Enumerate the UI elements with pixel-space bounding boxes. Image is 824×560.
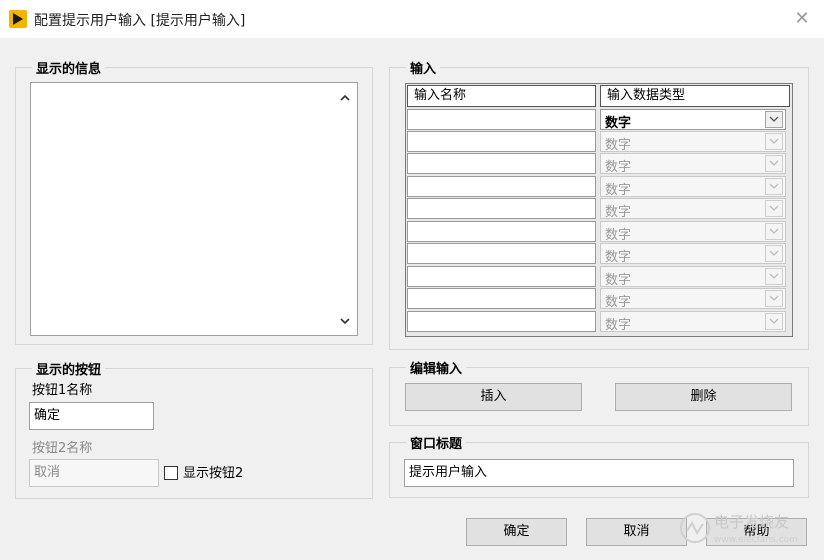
input-type-value: 数字 — [605, 273, 632, 288]
input-type-select[interactable]: 数字 — [600, 266, 786, 288]
input-name-cell[interactable] — [407, 221, 596, 242]
button2-name-field[interactable]: 取消 — [29, 459, 159, 487]
input-name-cell[interactable] — [407, 266, 596, 287]
input-type-value: 数字 — [605, 318, 632, 333]
scroll-up-icon[interactable] — [339, 92, 351, 104]
scroll-down-icon[interactable] — [339, 315, 351, 327]
input-name-cell[interactable] — [407, 311, 596, 332]
input-type-select[interactable]: 数字 — [600, 131, 786, 153]
input-type-select[interactable]: 数字 — [600, 243, 786, 265]
chevron-down-icon[interactable] — [765, 133, 783, 150]
input-name-cell[interactable] — [407, 176, 596, 197]
inputs-table: 输入名称 输入数据类型 数字 数字 数字 数字 数字 数字 数字 数字 数字 数… — [405, 83, 793, 337]
input-name-cell[interactable] — [407, 243, 596, 264]
buttons-group-title: 显示的按钮 — [32, 359, 106, 378]
labview-app-icon — [9, 10, 27, 28]
input-type-value: 数字 — [605, 138, 632, 153]
title-bar: 配置提示用户输入 [提示用户输入] ✕ — [0, 0, 824, 38]
watermark: 电子发烧友 www.elecfans.com — [676, 505, 816, 555]
watermark-url: www.elecfans.com — [714, 535, 798, 545]
window-title: 配置提示用户输入 [提示用户输入] — [34, 13, 246, 29]
ok-button[interactable]: 确定 — [466, 518, 567, 546]
input-name-cell[interactable] — [407, 131, 596, 152]
input-type-value: 数字 — [605, 295, 632, 310]
delete-button[interactable]: 删除 — [615, 383, 792, 411]
input-type-value: 数字 — [605, 160, 632, 175]
inputs-group-title: 输入 — [406, 58, 441, 77]
chevron-down-icon[interactable] — [765, 223, 783, 240]
input-name-cell[interactable] — [407, 153, 596, 174]
watermark-text: 电子发烧友 — [714, 513, 790, 531]
chevron-down-icon[interactable] — [765, 178, 783, 195]
input-type-select[interactable]: 数字 — [600, 198, 786, 220]
button1-name-field[interactable]: 确定 — [29, 402, 154, 430]
insert-button[interactable]: 插入 — [405, 383, 582, 411]
input-type-value: 数字 — [605, 205, 632, 220]
button1-name-label: 按钮1名称 — [32, 383, 93, 398]
input-type-select[interactable]: 数字 — [600, 176, 786, 198]
input-type-select[interactable]: 数字 — [600, 311, 786, 333]
message-group-title: 显示的信息 — [32, 58, 106, 77]
input-type-value: 数字 — [605, 228, 632, 243]
chevron-down-icon[interactable] — [765, 111, 783, 128]
window-title-group-title: 窗口标题 — [406, 433, 467, 452]
button2-name-label: 按钮2名称 — [32, 441, 93, 456]
column-header-input-type[interactable]: 输入数据类型 — [600, 85, 790, 107]
chevron-down-icon[interactable] — [765, 245, 783, 262]
input-name-cell[interactable] — [407, 198, 596, 219]
input-type-value: 数字 — [605, 250, 632, 265]
input-name-cell[interactable] — [407, 288, 596, 309]
input-type-select[interactable]: 数字 — [600, 221, 786, 243]
input-type-value: 数字 — [605, 116, 632, 131]
watermark-logo-icon — [680, 513, 710, 543]
show-button2-checkbox[interactable] — [164, 466, 178, 480]
input-type-select[interactable]: 数字 — [600, 288, 786, 310]
input-type-value: 数字 — [605, 183, 632, 198]
window-title-field[interactable]: 提示用户输入 — [404, 459, 794, 487]
show-button2-label: 显示按钮2 — [183, 466, 244, 481]
column-header-input-name[interactable]: 输入名称 — [407, 85, 596, 107]
chevron-down-icon[interactable] — [765, 155, 783, 172]
edit-inputs-group-title: 编辑输入 — [406, 358, 467, 377]
message-textarea[interactable] — [30, 82, 358, 336]
chevron-down-icon[interactable] — [765, 200, 783, 217]
chevron-down-icon[interactable] — [765, 313, 783, 330]
input-type-select[interactable]: 数字 — [600, 153, 786, 175]
close-icon[interactable]: ✕ — [792, 9, 812, 29]
chevron-down-icon[interactable] — [765, 290, 783, 307]
cancel-button[interactable]: 取消 — [586, 518, 687, 546]
chevron-down-icon[interactable] — [765, 268, 783, 285]
input-type-select[interactable]: 数字 — [600, 109, 786, 131]
input-name-cell[interactable] — [407, 109, 596, 130]
